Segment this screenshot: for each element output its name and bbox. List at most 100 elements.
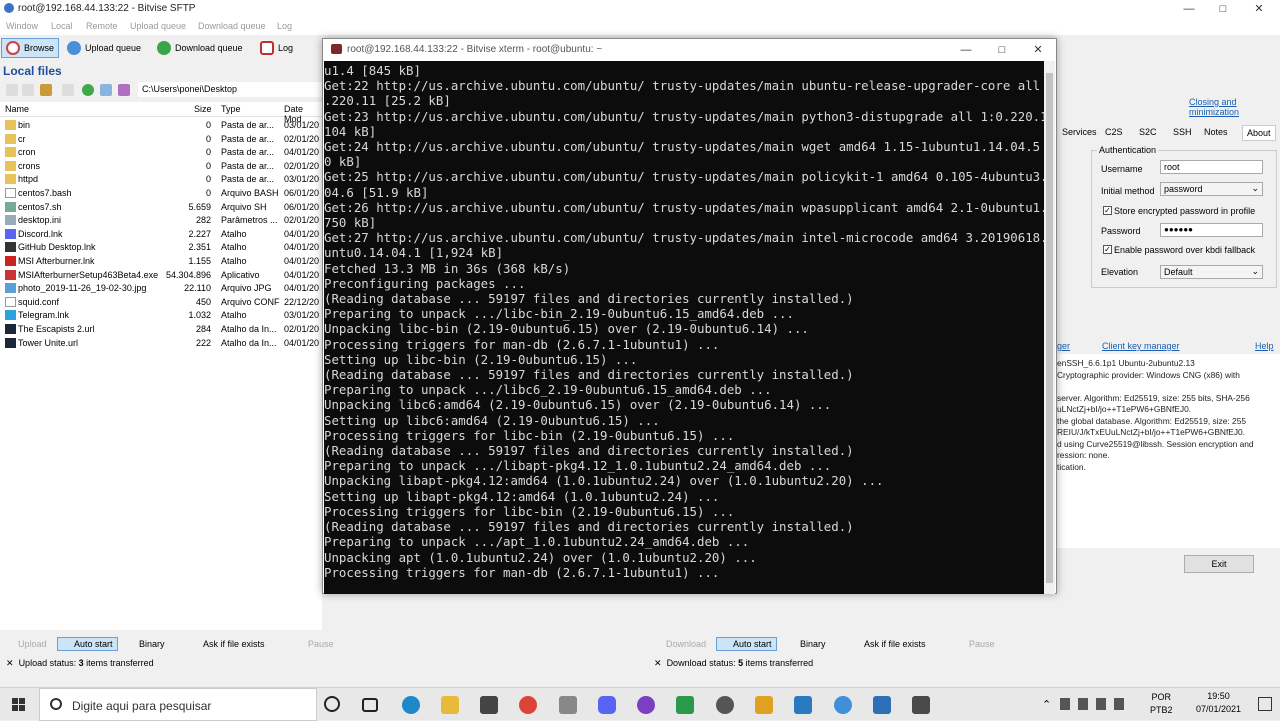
upload-queue-button[interactable]: Upload queue [63, 38, 145, 58]
table-row[interactable]: centos7.sh 5.659 Arquivo SH 06/01/20 [0, 201, 322, 215]
tab-notes[interactable]: Notes [1204, 127, 1228, 137]
app-icon-6[interactable] [794, 696, 812, 714]
download-pause-button[interactable]: Pause [969, 639, 995, 649]
kbdi-fallback-checkbox[interactable]: ✓ [1103, 245, 1112, 254]
browse-button[interactable]: Browse [1, 38, 60, 58]
edge-icon[interactable] [402, 696, 420, 714]
password-field[interactable]: ●●●●●● [1160, 223, 1263, 237]
terminal-output[interactable]: u1.4 [845 kB] Get:22 http://us.archive.ub… [324, 61, 1044, 594]
menu-log[interactable]: Log [277, 21, 292, 31]
ask-if-exists-button[interactable]: Ask if file exists [203, 639, 265, 649]
bitvise-taskbar-icon[interactable] [834, 696, 852, 714]
col-type[interactable]: Type [221, 104, 241, 114]
download-ask-button[interactable]: Ask if file exists [864, 639, 926, 649]
log-line: the global database. Algorithm: Ed25519,… [1057, 415, 1247, 426]
table-row[interactable]: MSIAfterburnerSetup463Beta4.exe 54.304.89… [0, 269, 322, 283]
table-row[interactable]: The Escapists 2.url 284 Atalho da In... 02/… [0, 323, 322, 337]
download-binary-button[interactable]: Binary [800, 639, 826, 649]
menu-local[interactable]: Local [51, 21, 73, 31]
table-row[interactable]: Discord.lnk 2.227 Atalho 04/01/20 [0, 228, 322, 242]
menu-window[interactable]: Window [6, 21, 38, 31]
download-button[interactable]: Download [666, 639, 706, 649]
tab-about[interactable]: About [1242, 125, 1276, 141]
tab-c2s[interactable]: C2S [1105, 127, 1123, 137]
table-row[interactable]: Telegram.lnk 1.032 Atalho 03/01/20 [0, 309, 322, 323]
app-icon-1[interactable] [559, 696, 577, 714]
elevation-select[interactable]: Default ⌄ [1160, 265, 1263, 279]
table-row[interactable]: photo_2019-11-26_19-02-30.jpg 22.110 Arqui… [0, 282, 322, 296]
client-key-manager-link[interactable]: Client key manager [1102, 341, 1180, 351]
upload-status-close-icon[interactable]: ✕ [6, 658, 14, 668]
taskbar-clock[interactable]: 19:50 07/01/2021 [1196, 690, 1241, 716]
terminal-scrollbar[interactable] [1044, 61, 1055, 594]
help-link[interactable]: Help [1255, 341, 1274, 351]
table-row[interactable]: GitHub Desktop.lnk 2.351 Atalho 04/01/20 [0, 241, 322, 255]
upload-button[interactable]: Upload [18, 639, 47, 649]
download-status-close-icon[interactable]: ✕ [654, 658, 662, 668]
table-row[interactable]: squid.conf 450 Arquivo CONF 22/12/20 [0, 296, 322, 310]
file-size: 0 [205, 188, 211, 198]
username-field[interactable]: root [1160, 160, 1263, 174]
local-path-input[interactable]: C:\Users\ponei\Desktop [138, 82, 322, 97]
table-row[interactable]: cron 0 Pasta de ar... 04/01/20 [0, 146, 322, 160]
file-size: 222 [195, 337, 211, 348]
store-password-checkbox[interactable]: ✓ [1103, 206, 1112, 215]
app-icon-2[interactable] [637, 696, 655, 714]
download-queue-button[interactable]: Download queue [153, 38, 247, 58]
table-row[interactable]: MSI Afterburner.lnk 1.155 Atalho 04/01/20 [0, 255, 322, 269]
exit-button[interactable]: Exit [1184, 555, 1254, 573]
tab-ssh[interactable]: SSH [1173, 127, 1192, 137]
back-icon[interactable] [6, 84, 18, 96]
chrome-icon[interactable] [519, 696, 537, 714]
taskbar-search-box[interactable]: Digite aqui para pesquisar [39, 688, 317, 721]
file-explorer-icon[interactable] [441, 696, 459, 714]
refresh-icon[interactable] [82, 84, 94, 96]
cortana-icon[interactable] [324, 696, 340, 712]
app-icon-4[interactable] [716, 696, 734, 714]
discord-icon[interactable] [598, 696, 616, 714]
xterm-taskbar-icon[interactable] [912, 696, 930, 714]
task-view-icon[interactable] [362, 698, 378, 712]
new-folder-icon[interactable] [40, 84, 52, 96]
key-manager-link-partial[interactable]: ger [1057, 341, 1070, 351]
tab-s2c[interactable]: S2C [1139, 127, 1157, 137]
app-icon-3[interactable] [676, 696, 694, 714]
favorites-icon[interactable] [118, 84, 130, 96]
tray-icons[interactable] [1060, 698, 1130, 710]
language-indicator[interactable]: POR PTB2 [1150, 691, 1173, 717]
menu-upload-queue[interactable]: Upload queue [130, 21, 186, 31]
table-row[interactable]: centos7.bash 0 Arquivo BASH 06/01/20 [0, 187, 322, 201]
table-row[interactable]: cr 0 Pasta de ar... 02/01/20 [0, 133, 322, 147]
menu-download-queue[interactable]: Download queue [198, 21, 266, 31]
download-auto-start-button[interactable]: Auto start [716, 637, 777, 651]
table-row[interactable]: httpd 0 Pasta de ar... 03/01/20 [0, 173, 322, 187]
col-name[interactable]: Name [5, 104, 29, 114]
notifications-icon[interactable] [1258, 697, 1272, 711]
log-button[interactable]: Log [256, 38, 297, 58]
close-icon[interactable]: ✕ [1236, 0, 1280, 18]
delete-icon[interactable] [62, 84, 74, 96]
binary-button[interactable]: Binary [139, 639, 165, 649]
file-date: 02/01/20 [284, 324, 320, 334]
forward-icon[interactable] [22, 84, 34, 96]
closing-minimization-link[interactable]: Closing and minimization [1189, 97, 1280, 117]
pause-button[interactable]: Pause [308, 639, 334, 649]
terminal-scroll-thumb[interactable] [1046, 73, 1053, 583]
table-row[interactable]: desktop.ini 282 Parâmetros ... 02/01/20 [0, 214, 322, 228]
tab-services[interactable]: Services [1062, 127, 1097, 137]
tray-chevron-up-icon[interactable]: ⌃ [1042, 698, 1051, 711]
local-file-list[interactable]: Name Size Type Date Mod bin 0 Pasta de ar.… [0, 102, 322, 630]
windows-start-icon[interactable] [12, 698, 25, 711]
auto-start-button[interactable]: Auto start [57, 637, 118, 651]
xterm-close-icon[interactable]: ✕ [1015, 41, 1061, 59]
table-row[interactable]: bin 0 Pasta de ar... 03/01/20 [0, 119, 322, 133]
app-icon-5[interactable] [755, 696, 773, 714]
home-icon[interactable] [100, 84, 112, 96]
app-icon-7[interactable] [873, 696, 891, 714]
store-icon[interactable] [480, 696, 498, 714]
col-size[interactable]: Size [194, 104, 212, 114]
table-row[interactable]: Tower Unite.url 222 Atalho da In... 04/01/2… [0, 337, 322, 351]
menu-remote[interactable]: Remote [86, 21, 118, 31]
table-row[interactable]: crons 0 Pasta de ar... 02/01/20 [0, 160, 322, 174]
initial-method-select[interactable]: password ⌄ [1160, 182, 1263, 196]
